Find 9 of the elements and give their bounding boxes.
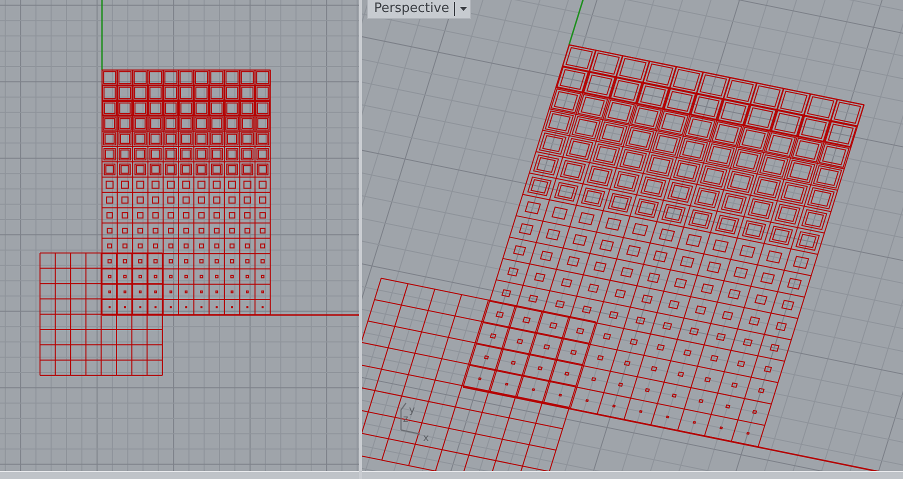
y-axis-line — [101, 0, 103, 70]
axis-icon — [400, 402, 420, 435]
axis-label: y — [409, 405, 415, 416]
viewport-title: Perspective — [374, 1, 450, 16]
dropdown-caret-icon[interactable] — [460, 6, 468, 10]
axis-label: x — [423, 433, 429, 444]
scroll-bar[interactable] — [362, 471, 903, 479]
scroll-bar[interactable] — [0, 471, 359, 479]
viewport-title-tab[interactable]: Perspective — [367, 0, 472, 19]
